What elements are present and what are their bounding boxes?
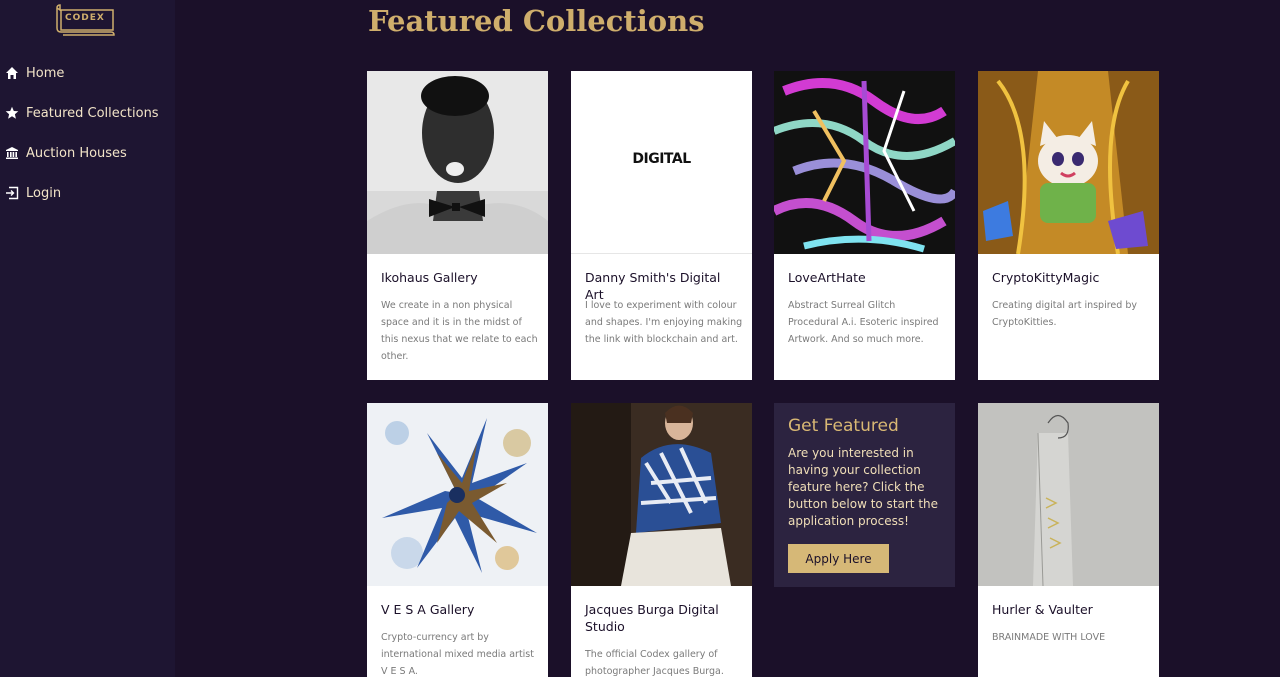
logo-text: CODEX [65, 13, 105, 23]
card-title: Jacques Burga Digital Studio [585, 602, 719, 634]
collection-card-vesa[interactable]: V E S A Gallery Crypto-currency art by i… [367, 403, 548, 677]
feature-title: Get Featured [788, 416, 899, 436]
card-title: Hurler & Vaulter [992, 602, 1093, 617]
card-description: I love to experiment with colour and sha… [585, 300, 743, 345]
card-title: CryptoKittyMagic [992, 270, 1100, 285]
apply-here-button[interactable]: Apply Here [788, 544, 889, 573]
sidebar: CODEX Home Featured Collections Auction … [0, 0, 175, 677]
card-description: Creating digital art inspired by CryptoK… [992, 300, 1137, 328]
card-description: Crypto-currency art by international mix… [381, 632, 534, 677]
login-icon [6, 186, 19, 200]
sidebar-item-home[interactable]: Home [0, 60, 175, 86]
collection-image [978, 71, 1159, 254]
card-title: Ikohaus Gallery [381, 270, 478, 285]
codex-logo[interactable]: CODEX [53, 4, 115, 36]
sidebar-item-label: Login [26, 185, 62, 201]
card-description: The official Codex gallery of photograph… [585, 649, 724, 677]
card-title: LoveArtHate [788, 270, 866, 285]
collection-card-loveparthate[interactable]: LoveArtHate Abstract Surreal Glitch Proc… [774, 71, 955, 380]
collection-card-hurler-vaulter[interactable]: Hurler & Vaulter BRAINMADE WITH LOVE [978, 403, 1159, 677]
collection-card-cryptokittymagic[interactable]: CryptoKittyMagic Creating digital art in… [978, 71, 1159, 380]
collection-card-jacques-burga[interactable]: Jacques Burga Digital Studio The officia… [571, 403, 752, 677]
sidebar-item-label: Auction Houses [26, 145, 127, 161]
sidebar-item-login[interactable]: Login [0, 180, 175, 206]
card-description: We create in a non physical space and it… [381, 300, 538, 362]
collection-image [367, 71, 548, 254]
feature-text: Are you interested in having your collec… [788, 446, 939, 528]
page-title: Featured Collections [368, 4, 705, 38]
collection-image [367, 403, 548, 586]
collection-image [978, 403, 1159, 586]
star-icon [5, 106, 19, 119]
collection-image [571, 403, 752, 586]
sidebar-item-featured-collections[interactable]: Featured Collections [0, 100, 175, 126]
sidebar-item-label: Featured Collections [26, 105, 159, 121]
card-title: V E S A Gallery [381, 602, 475, 617]
card-description: BRAINMADE WITH LOVE [992, 632, 1106, 643]
collection-image: DIGITAL [571, 71, 752, 254]
sidebar-item-label: Home [26, 65, 65, 81]
digital-image-text: DIGITAL [632, 151, 691, 167]
get-featured-panel: Get Featured Are you interested in havin… [774, 403, 955, 587]
bank-icon [6, 147, 18, 159]
collection-card-danny-smith[interactable]: DIGITAL Danny Smith's Digital Art I love… [571, 71, 752, 380]
sidebar-item-auction-houses[interactable]: Auction Houses [0, 140, 175, 166]
card-description: Abstract Surreal Glitch Procedural A.i. … [788, 300, 939, 345]
collection-card-ikohaus[interactable]: Ikohaus Gallery We create in a non physi… [367, 71, 548, 380]
home-icon [6, 67, 18, 79]
collection-image [774, 71, 955, 254]
